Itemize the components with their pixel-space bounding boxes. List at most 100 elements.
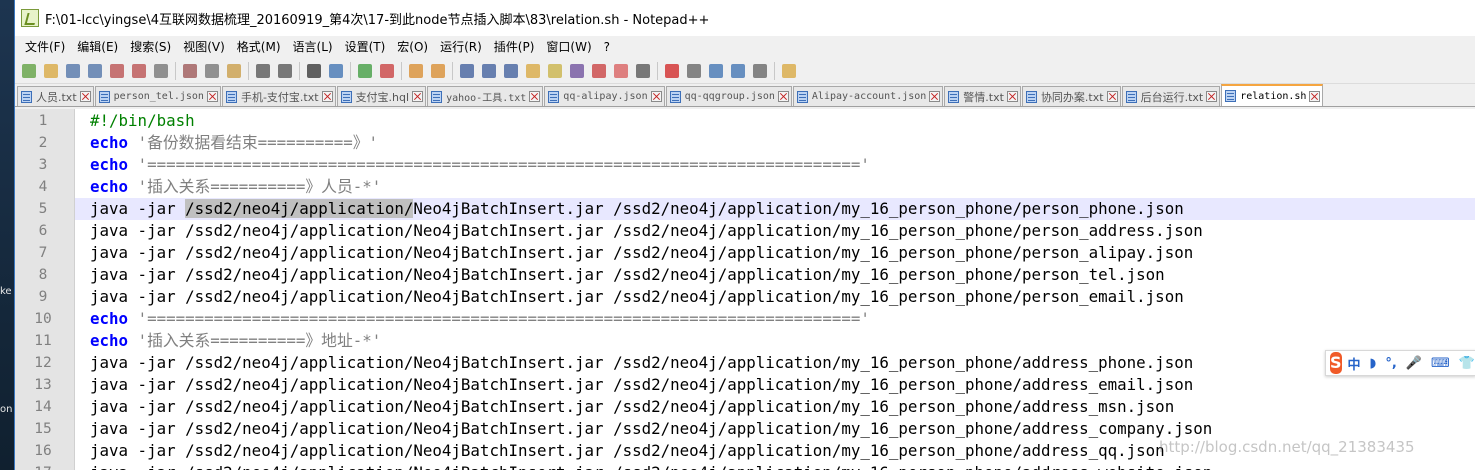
tab-close-icon[interactable] — [412, 91, 424, 102]
cut-icon[interactable] — [180, 61, 199, 80]
indent-guide-icon[interactable] — [501, 61, 520, 80]
code-line[interactable]: java -jar /ssd2/neo4j/application/Neo4jB… — [75, 462, 1475, 470]
menu-item[interactable]: 窗口(W) — [540, 36, 597, 58]
save-macro-icon[interactable] — [750, 61, 769, 80]
replace-icon[interactable] — [326, 61, 345, 80]
code-line[interactable]: java -jar /ssd2/neo4j/application/Neo4jB… — [75, 352, 1475, 374]
redo-icon[interactable] — [275, 61, 294, 80]
document-tab-bar: 人员.txt person_tel.json 手机-支付宝.txt 支付宝.hql ya… — [15, 84, 1475, 107]
document-tab[interactable]: 人员.txt — [17, 86, 94, 106]
doc-map-icon[interactable] — [545, 61, 564, 80]
ime-chinese-mode[interactable]: 中 — [1348, 354, 1361, 373]
ime-toolbar[interactable]: S 中 ◗ °, 🎤 ⌨ 👕 ⁞⁞ — [1325, 350, 1475, 376]
document-tab[interactable]: qq-alipay.json — [544, 86, 665, 106]
document-tab[interactable]: yahoo-工具.txt — [427, 86, 544, 106]
window-title: F:\01-lcc\yingse\4互联网数据梳理_20160919_第4次\1… — [45, 12, 710, 28]
tab-close-icon[interactable] — [1206, 91, 1218, 102]
tab-close-icon[interactable] — [1006, 91, 1018, 102]
title-bar[interactable]: F:\01-lcc\yingse\4互联网数据梳理_20160919_第4次\1… — [15, 0, 1475, 36]
code-token: echo — [90, 133, 129, 152]
close-icon[interactable] — [107, 61, 126, 80]
paste-icon[interactable] — [224, 61, 243, 80]
code-line[interactable]: echo '插入关系==========》人员-*' — [75, 176, 1475, 198]
tab-close-icon[interactable] — [650, 91, 662, 102]
menu-item[interactable]: 搜索(S) — [124, 36, 177, 58]
code-line[interactable]: java -jar /ssd2/neo4j/application/Neo4jB… — [75, 264, 1475, 286]
code-line[interactable]: java -jar /ssd2/neo4j/application/Neo4jB… — [75, 220, 1475, 242]
code-line[interactable]: echo '==================================… — [75, 154, 1475, 176]
document-tab[interactable]: 支付宝.hql — [336, 86, 427, 106]
tab-close-icon[interactable] — [529, 91, 541, 102]
run-macro-multiple-icon[interactable] — [728, 61, 747, 80]
menu-item[interactable]: 插件(P) — [488, 36, 541, 58]
code-line[interactable]: java -jar /ssd2/neo4j/application/Neo4jB… — [75, 286, 1475, 308]
sync-horizontal-icon[interactable] — [428, 61, 447, 80]
folder-icon[interactable] — [611, 61, 630, 80]
document-tab[interactable]: qq-qqgroup.json — [665, 86, 792, 106]
code-line[interactable]: java -jar /ssd2/neo4j/application/Neo4jB… — [75, 198, 1475, 220]
document-tab[interactable]: person_tel.json — [94, 86, 221, 106]
zoom-in-icon[interactable] — [355, 61, 374, 80]
menu-item[interactable]: 视图(V) — [177, 36, 231, 58]
document-tab[interactable]: Alipay-account.json — [792, 86, 944, 106]
save-icon[interactable] — [63, 61, 82, 80]
code-line[interactable]: echo '插入关系==========》地址-*' — [75, 330, 1475, 352]
record-macro-icon[interactable] — [662, 61, 681, 80]
menu-item[interactable]: 运行(R) — [434, 36, 488, 58]
document-tab[interactable]: 手机-支付宝.txt — [221, 86, 336, 106]
menu-item[interactable]: 语言(L) — [287, 36, 339, 58]
menu-item[interactable]: 编辑(E) — [71, 36, 124, 58]
find-icon[interactable] — [304, 61, 323, 80]
document-tab[interactable]: 协同办案.txt — [1021, 86, 1121, 106]
tab-close-icon[interactable] — [1309, 90, 1321, 102]
document-tab[interactable]: 警情.txt — [944, 86, 1021, 106]
ime-skin-icon[interactable]: 👕 — [1459, 356, 1475, 371]
new-file-icon[interactable] — [19, 61, 38, 80]
code-line[interactable]: echo '==================================… — [75, 308, 1475, 330]
tab-close-icon[interactable] — [777, 91, 789, 102]
tab-close-icon[interactable] — [321, 91, 333, 102]
plugin-icon[interactable] — [779, 61, 798, 80]
notepadpp-app-icon[interactable] — [21, 9, 39, 27]
code-line[interactable]: echo '备份数据看结束==========》' — [75, 132, 1475, 154]
code-line[interactable]: #!/bin/bash — [75, 110, 1475, 132]
ime-punctuation-icon[interactable]: °, — [1385, 356, 1396, 371]
tab-close-icon[interactable] — [206, 91, 218, 102]
ime-voice-icon[interactable]: 🎤 — [1406, 356, 1422, 371]
word-wrap-icon[interactable] — [457, 61, 476, 80]
menu-item[interactable]: ? — [598, 36, 616, 58]
menu-item[interactable]: 文件(F) — [19, 36, 71, 58]
menu-item[interactable]: 格式(M) — [231, 36, 287, 58]
stop-macro-icon[interactable] — [684, 61, 703, 80]
show-all-chars-icon[interactable] — [479, 61, 498, 80]
function-list-icon[interactable] — [567, 61, 586, 80]
tab-close-icon[interactable] — [79, 91, 91, 102]
sync-vertical-icon[interactable] — [406, 61, 425, 80]
monitoring-icon[interactable] — [589, 61, 608, 80]
play-macro-icon[interactable] — [706, 61, 725, 80]
ime-halfwidth-icon[interactable]: ◗ — [1370, 356, 1377, 371]
sogou-ime-logo[interactable]: S — [1330, 352, 1342, 374]
line-number: 6 — [38, 223, 48, 239]
undo-icon[interactable] — [253, 61, 272, 80]
ime-keyboard-icon[interactable]: ⌨ — [1431, 356, 1450, 371]
tab-close-icon[interactable] — [1106, 91, 1118, 102]
folder-as-workspace-icon[interactable] — [523, 61, 542, 80]
copy-icon[interactable] — [202, 61, 221, 80]
code-line[interactable]: java -jar /ssd2/neo4j/application/Neo4jB… — [75, 418, 1475, 440]
zoom-out-icon[interactable] — [377, 61, 396, 80]
print-icon[interactable] — [151, 61, 170, 80]
menu-item[interactable]: 设置(T) — [339, 36, 392, 58]
menu-item[interactable]: 宏(O) — [391, 36, 434, 58]
eye-icon[interactable] — [633, 61, 652, 80]
document-tab[interactable]: 后台运行.txt — [1121, 86, 1221, 106]
code-line[interactable]: java -jar /ssd2/neo4j/application/Neo4jB… — [75, 396, 1475, 418]
open-file-icon[interactable] — [41, 61, 60, 80]
editor-area[interactable]: 1234567891011121314151617 #!/bin/bashech… — [15, 109, 1475, 470]
code-line[interactable]: java -jar /ssd2/neo4j/application/Neo4jB… — [75, 242, 1475, 264]
document-tab[interactable]: relation.sh — [1221, 84, 1324, 106]
save-all-icon[interactable] — [85, 61, 104, 80]
code-line[interactable]: java -jar /ssd2/neo4j/application/Neo4jB… — [75, 374, 1475, 396]
tab-close-icon[interactable] — [929, 91, 941, 102]
close-all-icon[interactable] — [129, 61, 148, 80]
